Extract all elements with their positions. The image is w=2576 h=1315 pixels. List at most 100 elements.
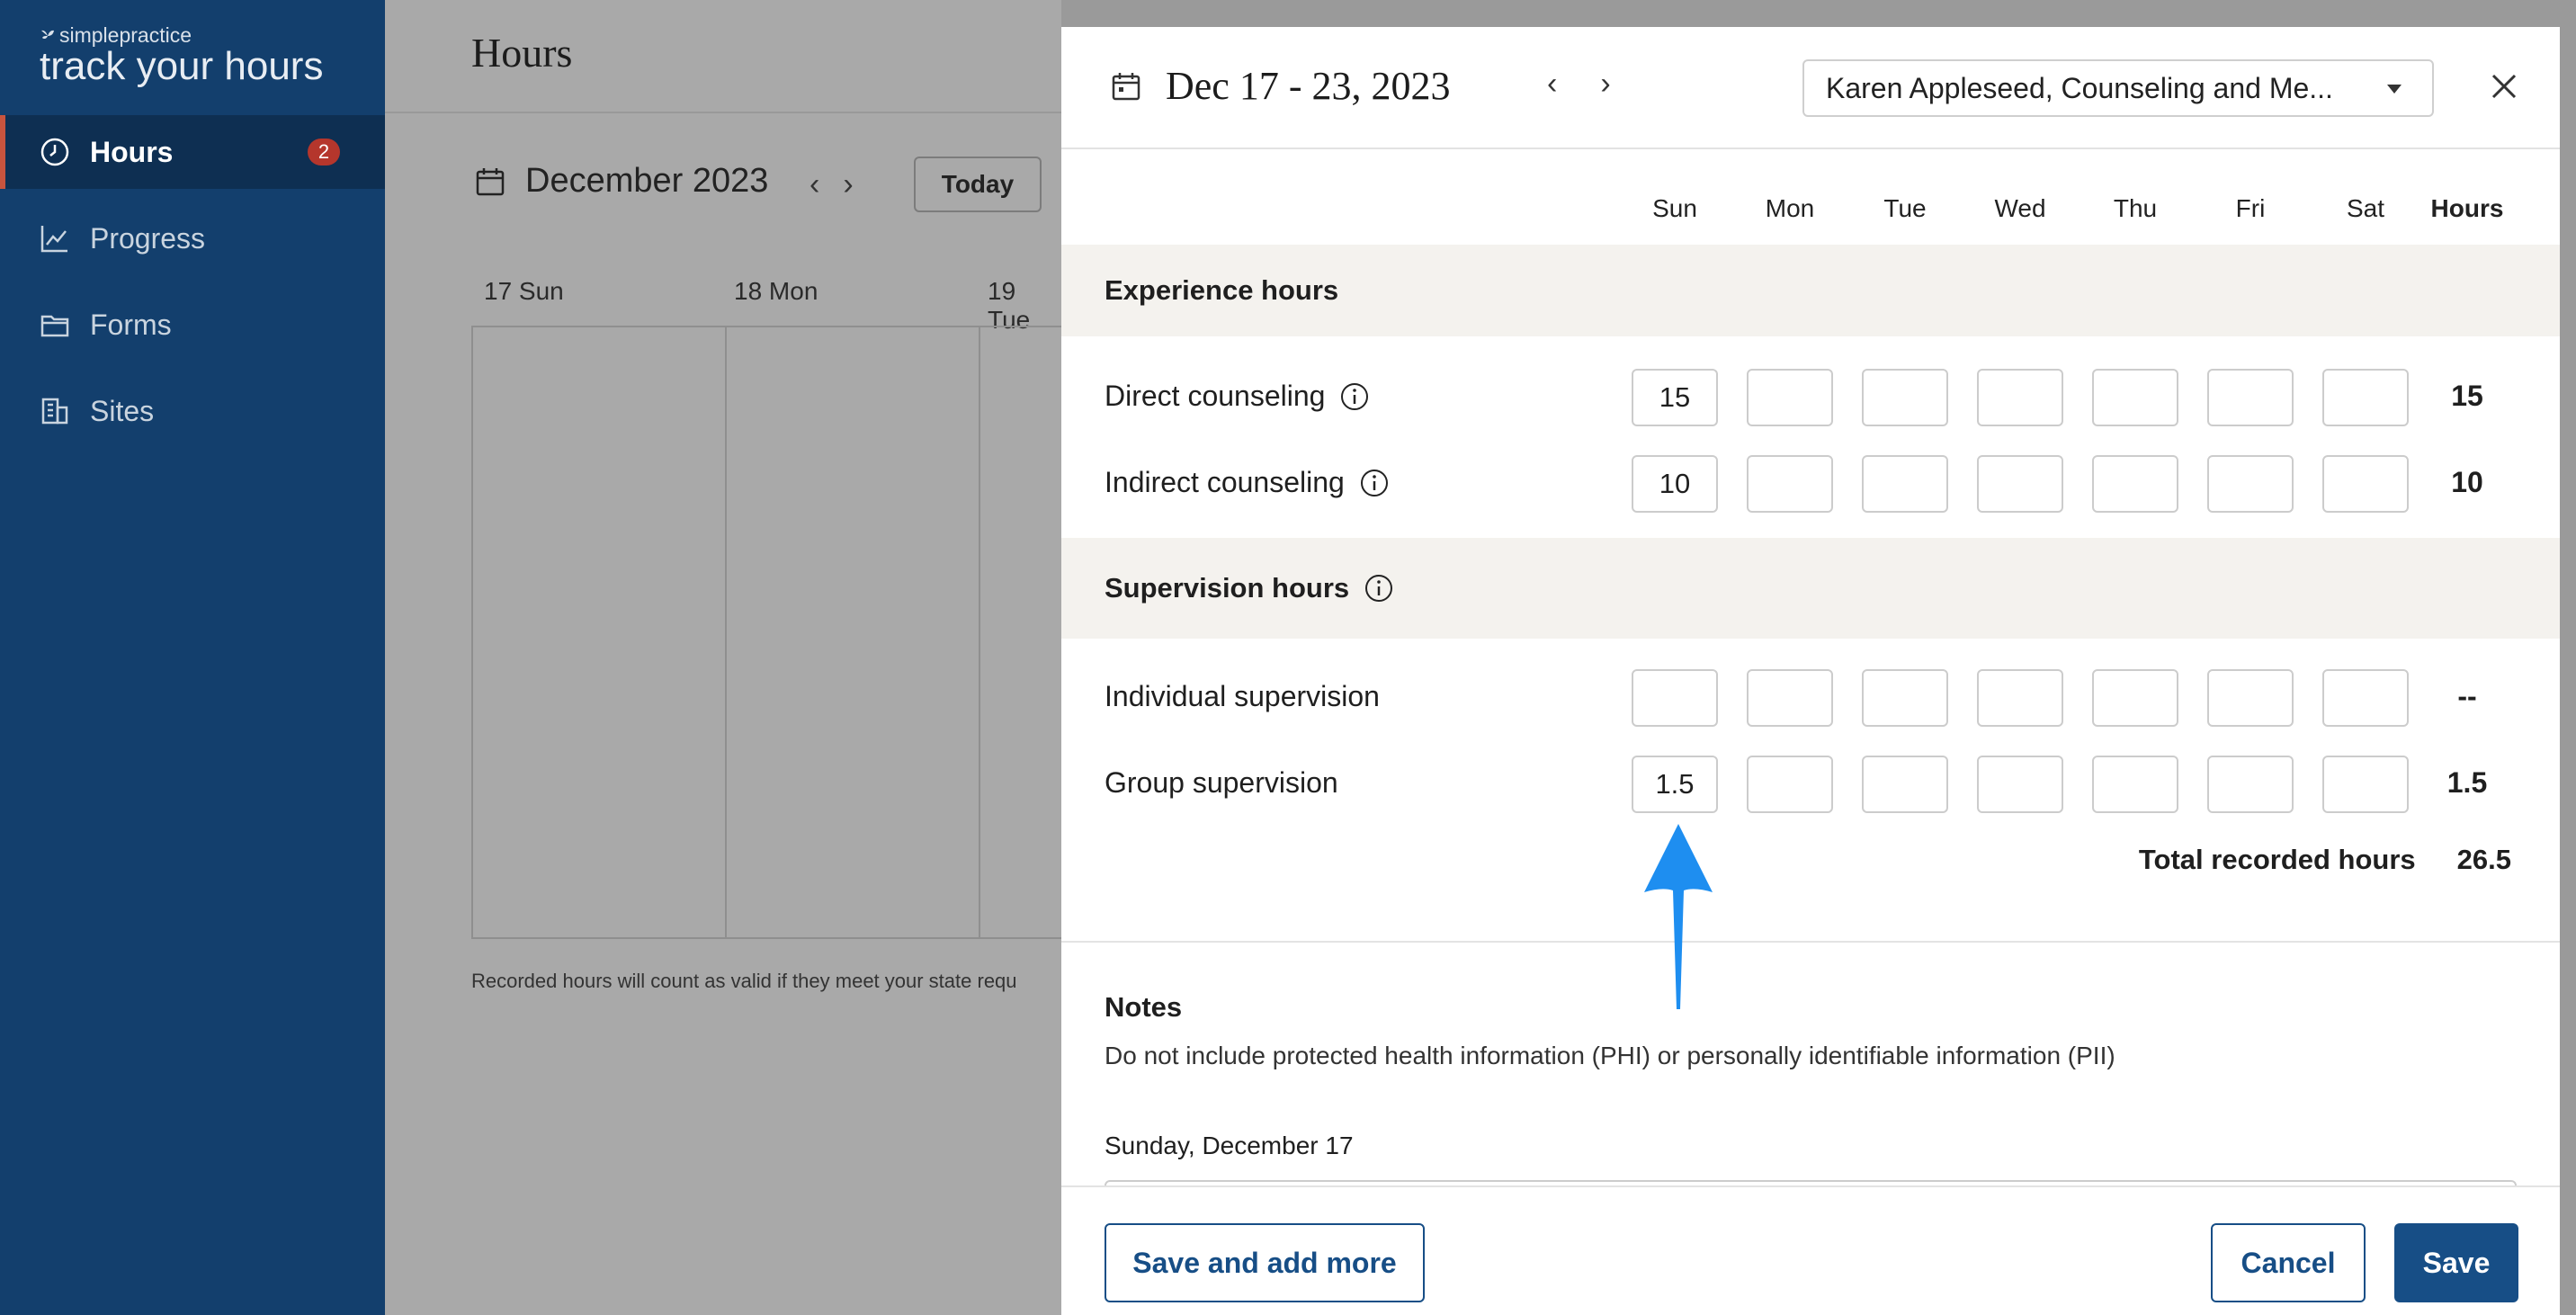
weekday-header: Wed: [1994, 194, 2046, 222]
hours-input-thu[interactable]: [2092, 669, 2178, 727]
sidebar-item-sites[interactable]: Sites: [0, 374, 385, 448]
butterfly-icon: [41, 30, 54, 39]
close-icon[interactable]: [2486, 68, 2522, 104]
building-icon: [41, 398, 68, 425]
day-header: 17 Sun: [484, 277, 564, 305]
hours-row-individual-supervision: Individual supervision --: [1061, 669, 2560, 727]
hours-input-sun[interactable]: [1632, 756, 1718, 813]
sidebar-nav: Hours 2 Progress Forms Sites: [0, 115, 385, 461]
annotation-arrow-icon: [1644, 824, 1713, 1009]
row-label-text: Indirect counseling: [1105, 466, 1345, 498]
info-icon[interactable]: [1339, 381, 1370, 412]
sidebar-item-label: Forms: [90, 308, 172, 341]
sidebar-item-label: Progress: [90, 221, 206, 255]
weekday-header: Mon: [1765, 194, 1815, 222]
week-nav: ‹ ›: [1547, 67, 1611, 102]
hours-input-thu[interactable]: [2092, 756, 2178, 813]
grid-line: [979, 327, 980, 937]
hours-input-mon[interactable]: [1747, 369, 1833, 426]
section-title: Supervision hours: [1105, 572, 1350, 604]
hours-input-sun[interactable]: [1632, 455, 1718, 513]
total-label: Total recorded hours: [2138, 844, 2416, 875]
week-range: Dec 17 - 23, 2023: [1110, 63, 1451, 109]
info-icon[interactable]: [1359, 468, 1390, 498]
hours-input-wed[interactable]: [1977, 369, 2063, 426]
hours-input-mon[interactable]: [1747, 669, 1833, 727]
supervision-section-header: Supervision hours: [1061, 538, 2560, 639]
hours-input-tue[interactable]: [1862, 669, 1948, 727]
chevron-right-icon[interactable]: ›: [1600, 67, 1610, 102]
notes-hint: Do not include protected health informat…: [1105, 1042, 2115, 1069]
sidebar-item-forms[interactable]: Forms: [0, 288, 385, 362]
hours-input-tue[interactable]: [1862, 756, 1948, 813]
calendar-grid: [471, 326, 1101, 939]
hours-input-tue[interactable]: [1862, 369, 1948, 426]
folder-icon: [40, 315, 69, 337]
clock-icon: [40, 138, 69, 166]
section-title: Experience hours: [1105, 274, 1339, 306]
row-total: 15: [2451, 380, 2483, 412]
hours-modal: Dec 17 - 23, 2023 ‹ › Karen Appleseed, C…: [1061, 27, 2560, 1315]
divider: [1061, 941, 2560, 943]
page-title: Hours: [471, 30, 573, 76]
hours-input-thu[interactable]: [2092, 369, 2178, 426]
grid-line: [725, 327, 727, 937]
today-button[interactable]: Today: [914, 157, 1042, 212]
site-select[interactable]: Karen Appleseed, Counseling and Me...: [1802, 59, 2434, 117]
row-label-text: Direct counseling: [1105, 380, 1326, 412]
save-button[interactable]: Save: [2394, 1223, 2518, 1302]
site-select-value: Karen Appleseed, Counseling and Me...: [1826, 71, 2333, 104]
week-range-text: Dec 17 - 23, 2023: [1166, 64, 1451, 108]
hours-input-thu[interactable]: [2092, 455, 2178, 513]
sidebar-item-progress[interactable]: Progress: [0, 201, 385, 275]
hours-input-wed[interactable]: [1977, 669, 2063, 727]
hours-row-group-supervision: Group supervision 1.5: [1061, 756, 2560, 813]
month-label: December 2023: [475, 162, 768, 201]
hours-input-mon[interactable]: [1747, 756, 1833, 813]
hours-input-sat[interactable]: [2322, 756, 2409, 813]
save-and-add-more-button[interactable]: Save and add more: [1105, 1223, 1425, 1302]
total-recorded-hours: Total recorded hours 26.5: [2139, 844, 2511, 876]
weekday-header: Tue: [1883, 194, 1927, 222]
hours-input-fri[interactable]: [2207, 369, 2294, 426]
hours-input-wed[interactable]: [1977, 756, 2063, 813]
hours-input-fri[interactable]: [2207, 669, 2294, 727]
cancel-button[interactable]: Cancel: [2211, 1223, 2366, 1302]
day-header: 18 Mon: [734, 277, 818, 305]
hours-input-sun[interactable]: [1632, 369, 1718, 426]
notes-day-label: Sunday, December 17: [1105, 1132, 1354, 1159]
notes-title: Notes: [1105, 991, 1183, 1023]
modal-header: Dec 17 - 23, 2023 ‹ › Karen Appleseed, C…: [1061, 27, 2560, 149]
chevron-left-icon[interactable]: ‹: [1547, 67, 1557, 102]
chevron-right-icon[interactable]: ›: [843, 167, 853, 202]
month-text: December 2023: [525, 162, 769, 200]
hours-input-sun[interactable]: [1632, 669, 1718, 727]
hours-input-fri[interactable]: [2207, 756, 2294, 813]
hours-row-indirect-counseling: Indirect counseling 10: [1061, 455, 2560, 513]
weekday-header: Sat: [2346, 194, 2385, 222]
modal-footer: Save and add more Cancel Save: [1061, 1185, 2560, 1315]
row-label: Group supervision: [1105, 766, 1338, 799]
hours-input-fri[interactable]: [2207, 455, 2294, 513]
row-total: --: [2457, 680, 2477, 712]
row-total: 1.5: [2446, 766, 2488, 799]
chart-icon: [40, 226, 67, 253]
sidebar-item-label: Sites: [90, 394, 155, 427]
hours-row-direct-counseling: Direct counseling 15: [1061, 369, 2560, 426]
calendar-icon: [476, 167, 505, 195]
row-total: 10: [2451, 466, 2483, 498]
weekday-header-row: Sun Mon Tue Wed Thu Fri Sat Hours: [1061, 194, 2560, 230]
sidebar-item-hours[interactable]: Hours 2: [0, 115, 385, 189]
row-label: Individual supervision: [1105, 680, 1380, 712]
hours-input-wed[interactable]: [1977, 455, 2063, 513]
hours-input-sat[interactable]: [2322, 369, 2409, 426]
hours-input-sat[interactable]: [2322, 455, 2409, 513]
weekday-header: Thu: [2113, 194, 2158, 222]
info-icon[interactable]: [1364, 573, 1394, 604]
weekday-header: Sun: [1652, 194, 1697, 222]
hours-input-tue[interactable]: [1862, 455, 1948, 513]
app-logo[interactable]: simplepractice track your hours: [40, 23, 323, 87]
chevron-left-icon[interactable]: ‹: [809, 167, 819, 202]
hours-input-mon[interactable]: [1747, 455, 1833, 513]
hours-input-sat[interactable]: [2322, 669, 2409, 727]
